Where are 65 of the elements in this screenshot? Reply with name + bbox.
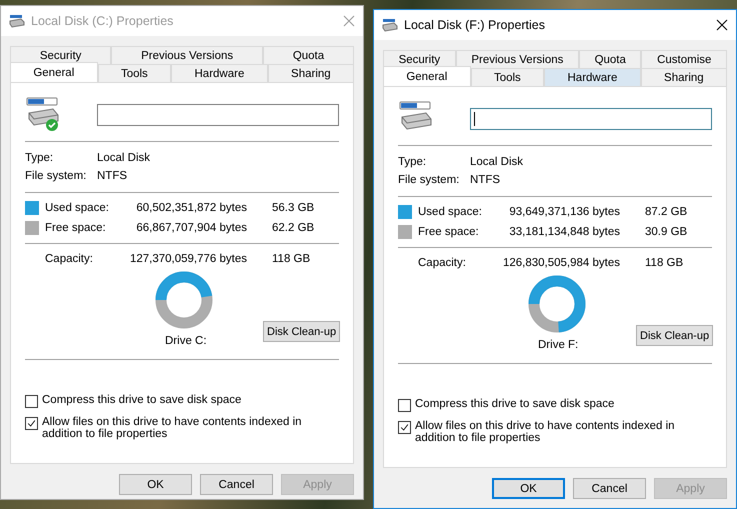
tab[interactable]: Quota [578,50,642,68]
drive-label: Drive F: [538,339,578,351]
bytes-value: 60,502,351,872 bytes [135,202,247,214]
window-title: Local Disk (F:) Properties [404,18,546,32]
disk-cleanup-button[interactable]: Disk Clean-up [636,325,714,346]
tab[interactable]: Customise [641,50,727,68]
tab[interactable]: Sharing [640,68,728,86]
tab[interactable]: Hardware [171,64,268,82]
drive-label: Drive C: [165,335,207,347]
checkbox-label[interactable]: Compress this drive to save disk space [42,394,242,406]
tab[interactable]: General [383,66,471,86]
window-title: Local Disk (C:) Properties [31,14,174,28]
space-label: Used space: [418,206,483,218]
dialog-button[interactable]: Cancel [573,478,646,499]
info-value: NTFS [470,174,502,186]
size-value: 62.2 GB [271,222,316,234]
usage-donut [155,271,213,329]
tab[interactable]: Hardware [544,68,641,86]
info-value: Local Disk [97,152,152,164]
info-label: File system: [398,174,460,186]
close-icon[interactable] [716,19,728,31]
tab[interactable]: General [10,62,98,82]
size-value: 118 GB [271,253,312,265]
checkbox-label[interactable]: Allow files on this drive to have contents indexed in addition to file properties [42,416,339,440]
checkbox[interactable] [398,421,411,434]
checkbox-label[interactable]: Allow files on this drive to have contents indexed in addition to file properties [415,420,712,444]
name-field[interactable] [470,108,712,130]
tab[interactable]: Tools [470,68,544,86]
checkbox[interactable] [25,417,38,430]
size-value: 30.9 GB [644,226,688,238]
info-value: NTFS [97,170,128,182]
bytes-value: 33,181,134,848 bytes [508,226,620,238]
checkbox[interactable] [398,399,411,412]
dialog-button[interactable]: Cancel [200,474,273,495]
dialog-button[interactable]: OK [119,474,192,495]
checkbox-label[interactable]: Compress this drive to save disk space [415,398,614,410]
bytes-value: 127,370,059,776 bytes [128,253,247,265]
space-label: Free space: [45,222,107,234]
size-value: 56.3 GB [271,202,316,214]
tab[interactable]: Quota [262,46,354,64]
info-value: Local Disk [470,156,524,168]
info-label: File system: [25,170,88,182]
tab[interactable]: Security [10,46,112,64]
capacity-label: Capacity: [418,257,467,269]
drive-icon [382,18,398,32]
space-label: Free space: [418,226,480,238]
tab[interactable]: Previous Versions [456,50,579,68]
info-label: Type: [398,156,428,168]
usage-donut [528,275,586,333]
tab[interactable]: Previous Versions [111,46,263,64]
size-value: 118 GB [644,257,684,269]
drive-icon [9,14,25,28]
capacity-label: Capacity: [45,253,94,265]
info-label: Type: [25,152,54,164]
bytes-value: 93,649,371,136 bytes [508,206,620,218]
dialog-button[interactable]: OK [492,478,565,499]
tab[interactable]: Tools [98,64,172,82]
disk-cleanup-button[interactable]: Disk Clean-up [263,321,340,342]
space-label: Used space: [45,202,110,214]
checkbox[interactable] [25,395,38,408]
bytes-value: 66,867,707,904 bytes [135,222,247,234]
size-value: 87.2 GB [644,206,688,218]
tab[interactable]: Sharing [268,64,354,82]
name-field[interactable] [97,104,339,126]
bytes-value: 126,830,505,984 bytes [502,257,620,269]
